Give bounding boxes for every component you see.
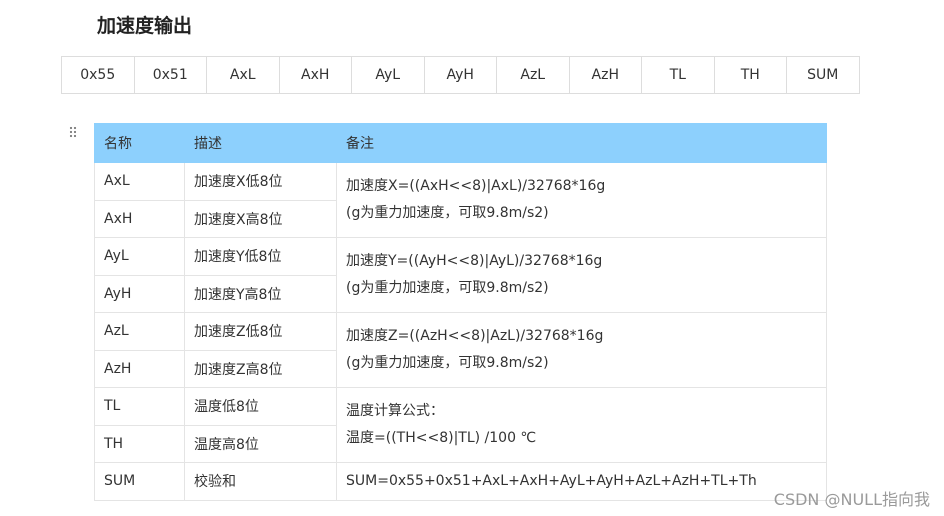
note-line: (g为重力加速度，可取9.8m/s2) bbox=[346, 280, 549, 296]
row-name: AxH bbox=[94, 199, 185, 238]
frame-byte-cell: 0x51 bbox=[133, 56, 207, 94]
frame-byte-cell: AzH bbox=[568, 56, 642, 94]
note-line: (g为重力加速度，可取9.8m/s2) bbox=[346, 355, 549, 371]
table-row: AxL 加速度X低8位 加速度X=((AxH<<8)|AxL)/32768*16… bbox=[94, 162, 827, 238]
row-description: 温度低8位 bbox=[184, 387, 337, 426]
column-header-note: 备注 bbox=[336, 123, 827, 163]
row-note: 加速度X=((AxH<<8)|AxL)/32768*16g (g为重力加速度，可… bbox=[336, 162, 827, 238]
table-row: TL 温度低8位 温度计算公式： 温度=((TH<<8)|TL) /100 ℃ bbox=[94, 387, 827, 463]
table-row: AyL 加速度Y低8位 加速度Y=((AyH<<8)|AyL)/32768*16… bbox=[94, 237, 827, 313]
note-line: 加速度Y=((AyH<<8)|AyL)/32768*16g bbox=[346, 253, 603, 269]
table-row: AzL 加速度Z低8位 加速度Z=((AzH<<8)|AzL)/32768*16… bbox=[94, 312, 827, 388]
row-description: 加速度Z低8位 bbox=[184, 312, 337, 351]
drag-handle-icon[interactable] bbox=[69, 126, 81, 142]
note-line: SUM=0x55+0x51+AxL+AxH+AyL+AyH+AzL+AzH+TL… bbox=[346, 473, 757, 490]
frame-byte-cell: AyH bbox=[423, 56, 497, 94]
frame-byte-cell: AzL bbox=[496, 56, 570, 94]
watermark: CSDN @NULL指向我 bbox=[773, 490, 930, 509]
row-name: AxL bbox=[94, 162, 185, 201]
spec-table-header-row: 名称 描述 备注 bbox=[94, 123, 827, 163]
row-name: AzH bbox=[94, 349, 185, 388]
row-description: 加速度Y低8位 bbox=[184, 237, 337, 276]
row-name: SUM bbox=[94, 462, 185, 501]
row-description: 加速度X高8位 bbox=[184, 199, 337, 238]
spec-table: 名称 描述 备注 AxL 加速度X低8位 加速度X=((AxH<<8)|AxL)… bbox=[94, 123, 827, 501]
column-header-name: 名称 bbox=[94, 123, 185, 163]
row-description: 加速度X低8位 bbox=[184, 162, 337, 201]
row-name: AzL bbox=[94, 312, 185, 351]
note-line: 温度计算公式： bbox=[346, 403, 444, 419]
frame-byte-cell: TH bbox=[713, 56, 787, 94]
note-line: (g为重力加速度，可取9.8m/s2) bbox=[346, 205, 549, 221]
frame-byte-cell: AxH bbox=[278, 56, 352, 94]
row-note: 加速度Y=((AyH<<8)|AyL)/32768*16g (g为重力加速度，可… bbox=[336, 237, 827, 313]
note-line: 加速度Z=((AzH<<8)|AzL)/32768*16g bbox=[346, 328, 604, 344]
note-line: 温度=((TH<<8)|TL) /100 ℃ bbox=[346, 430, 537, 446]
frame-byte-cell: TL bbox=[641, 56, 715, 94]
frame-byte-cell: AxL bbox=[206, 56, 280, 94]
row-name: TH bbox=[94, 424, 185, 463]
frame-byte-cell: 0x55 bbox=[61, 56, 135, 94]
note-line: 加速度X=((AxH<<8)|AxL)/32768*16g bbox=[346, 178, 606, 194]
row-note: 加速度Z=((AzH<<8)|AzL)/32768*16g (g为重力加速度，可… bbox=[336, 312, 827, 388]
frame-byte-row: 0x55 0x51 AxL AxH AyL AyH AzL AzH TL TH … bbox=[61, 56, 860, 94]
row-description: 校验和 bbox=[184, 462, 337, 501]
row-description: 加速度Z高8位 bbox=[184, 349, 337, 388]
row-note: SUM=0x55+0x51+AxL+AxH+AyL+AyH+AzL+AzH+TL… bbox=[336, 462, 827, 501]
row-name: AyH bbox=[94, 274, 185, 313]
row-name: TL bbox=[94, 387, 185, 426]
section-heading: 加速度输出 bbox=[97, 15, 193, 37]
row-name: AyL bbox=[94, 237, 185, 276]
row-description: 温度高8位 bbox=[184, 424, 337, 463]
frame-byte-cell: AyL bbox=[351, 56, 425, 94]
column-header-description: 描述 bbox=[184, 123, 337, 163]
row-description: 加速度Y高8位 bbox=[184, 274, 337, 313]
frame-byte-table: 0x55 0x51 AxL AxH AyL AyH AzL AzH TL TH … bbox=[61, 56, 860, 94]
row-note: 温度计算公式： 温度=((TH<<8)|TL) /100 ℃ bbox=[336, 387, 827, 463]
drag-handle-icon-graphic bbox=[69, 126, 77, 138]
table-row: SUM 校验和 SUM=0x55+0x51+AxL+AxH+AyL+AyH+Az… bbox=[94, 462, 827, 501]
frame-byte-cell: SUM bbox=[786, 56, 860, 94]
